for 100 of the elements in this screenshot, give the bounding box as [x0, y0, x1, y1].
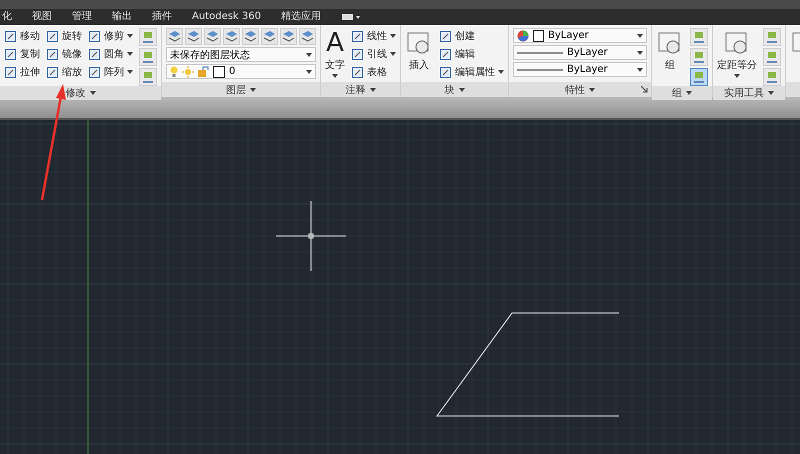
- ribbon-large-button[interactable]: 定距等分: [717, 28, 757, 78]
- ribbon-large-button[interactable]: 组: [656, 28, 684, 72]
- panel-title[interactable]: 图层: [226, 82, 246, 96]
- layer-dropdown[interactable]: 0: [166, 64, 316, 79]
- tool-icon: [47, 30, 58, 42]
- light-bulb-icon[interactable]: [170, 66, 178, 78]
- ribbon-tab[interactable]: Autodesk 360: [192, 10, 261, 24]
- layer-tool-icon[interactable]: [299, 28, 316, 45]
- ribbon-tab[interactable]: 插件: [152, 10, 172, 24]
- color-swatch-icon[interactable]: [213, 66, 225, 78]
- dropdown-field[interactable]: ByLayer: [513, 45, 647, 60]
- ribbon-tab[interactable]: 精选应用: [280, 10, 321, 24]
- caret-icon[interactable]: [250, 88, 256, 92]
- caret-icon[interactable]: [734, 74, 740, 78]
- crosshair-cursor: [276, 200, 346, 272]
- caret-icon[interactable]: [458, 88, 464, 92]
- tool-icon[interactable]: [690, 48, 708, 66]
- layer-tool-icon[interactable]: [242, 28, 259, 45]
- caret-icon[interactable]: [589, 88, 595, 92]
- ribbon-large-button[interactable]: A 文字: [325, 28, 345, 78]
- ribbon-tab[interactable]: 化: [2, 10, 12, 24]
- ribbon-button[interactable]: 阵列: [88, 64, 133, 80]
- ribbon-button[interactable]: 表格: [351, 64, 387, 80]
- tool-icon: [440, 30, 451, 42]
- tool-icon: [352, 48, 363, 60]
- ribbon-button[interactable]: 线性: [351, 28, 396, 44]
- tool-icon[interactable]: [690, 28, 708, 46]
- dropdown-field[interactable]: 未保存的图层状态: [166, 47, 316, 62]
- caret-icon[interactable]: [127, 70, 133, 74]
- layer-tool-icon[interactable]: [223, 28, 240, 45]
- ribbon-button[interactable]: 移动: [4, 28, 40, 44]
- ribbon-button[interactable]: 编辑属性: [439, 64, 504, 80]
- layer-tool-icon[interactable]: [280, 28, 297, 45]
- caret-icon[interactable]: [90, 91, 96, 95]
- tool-icon[interactable]: [763, 48, 781, 66]
- tool-icon[interactable]: [763, 28, 781, 46]
- caret-icon[interactable]: [127, 52, 133, 56]
- ribbon-button[interactable]: 修剪: [88, 28, 133, 44]
- caret-icon[interactable]: [306, 52, 312, 56]
- tool-icon: [89, 30, 100, 42]
- panel-title[interactable]: 组: [672, 86, 682, 100]
- line-sample-icon: [517, 50, 563, 54]
- layer-tool-icon[interactable]: [204, 28, 221, 45]
- panel-title[interactable]: 注释: [346, 82, 366, 96]
- ribbon-button[interactable]: 圆角: [88, 46, 133, 62]
- panel-title[interactable]: 实用工具: [724, 86, 764, 100]
- ribbon-tab[interactable]: 输出: [112, 10, 132, 24]
- caret-icon[interactable]: [637, 50, 643, 54]
- padlock-icon[interactable]: [198, 66, 209, 77]
- tool-icon[interactable]: [139, 28, 157, 46]
- tool-icon: [47, 66, 58, 78]
- caret-icon[interactable]: [686, 91, 692, 95]
- tool-icon: [89, 48, 100, 60]
- layer-tool-icon[interactable]: [166, 28, 183, 45]
- caret-icon[interactable]: [498, 70, 504, 74]
- panel-toggle-icon[interactable]: [340, 12, 363, 22]
- layer-tool-icon[interactable]: [261, 28, 278, 45]
- panel-title[interactable]: 修改: [66, 86, 86, 100]
- tool-icon[interactable]: [139, 48, 157, 66]
- tool-icon[interactable]: [763, 68, 781, 86]
- tool-icon[interactable]: [690, 68, 708, 86]
- ribbon-large-button[interactable]: 插入: [405, 28, 433, 72]
- caret-icon[interactable]: [127, 34, 133, 38]
- ribbon-button[interactable]: 编辑: [439, 46, 475, 62]
- dropdown-field[interactable]: ByLayer: [513, 28, 647, 43]
- caret-icon[interactable]: [637, 68, 643, 72]
- dialog-launcher-icon[interactable]: [641, 86, 648, 93]
- tool-icon[interactable]: [139, 68, 157, 86]
- caret-icon[interactable]: [370, 88, 376, 92]
- tool-icon: [440, 66, 451, 78]
- caret-icon[interactable]: [390, 34, 396, 38]
- tool-icon: [5, 66, 16, 78]
- ribbon-button[interactable]: 创建: [439, 28, 475, 44]
- tool-icon: [440, 48, 451, 60]
- tool-icon: [5, 30, 16, 42]
- caret-icon[interactable]: [768, 91, 774, 95]
- ribbon-button[interactable]: 复制: [4, 46, 40, 62]
- ribbon-tab[interactable]: 管理: [72, 10, 92, 24]
- ribbon-tab[interactable]: 视图: [32, 10, 52, 24]
- polyline-shape[interactable]: [436, 312, 620, 416]
- ribbon-button[interactable]: 引线: [351, 46, 396, 62]
- ribbon-button[interactable]: 拉伸: [4, 64, 40, 80]
- line-sample-icon: [517, 68, 563, 72]
- caret-icon[interactable]: [306, 70, 312, 74]
- layer-tool-icon[interactable]: [185, 28, 202, 45]
- caret-icon[interactable]: [637, 34, 643, 38]
- tool-icon: [352, 30, 363, 42]
- ribbon-button[interactable]: 旋转: [46, 28, 82, 44]
- tool-icon: [89, 66, 100, 78]
- dropdown-field[interactable]: ByLayer: [513, 62, 647, 77]
- panel-title[interactable]: 块: [444, 82, 454, 96]
- color-swatch-icon: [533, 30, 544, 42]
- ribbon-button[interactable]: 镜像: [46, 46, 82, 62]
- tool-icon: [352, 66, 363, 78]
- panel-title[interactable]: 特性: [565, 82, 585, 96]
- caret-icon[interactable]: [390, 52, 396, 56]
- color-wheel-icon: [517, 30, 529, 42]
- ribbon-button[interactable]: 缩放: [46, 64, 82, 80]
- caret-icon[interactable]: [332, 74, 338, 78]
- tool-icon: [47, 48, 58, 60]
